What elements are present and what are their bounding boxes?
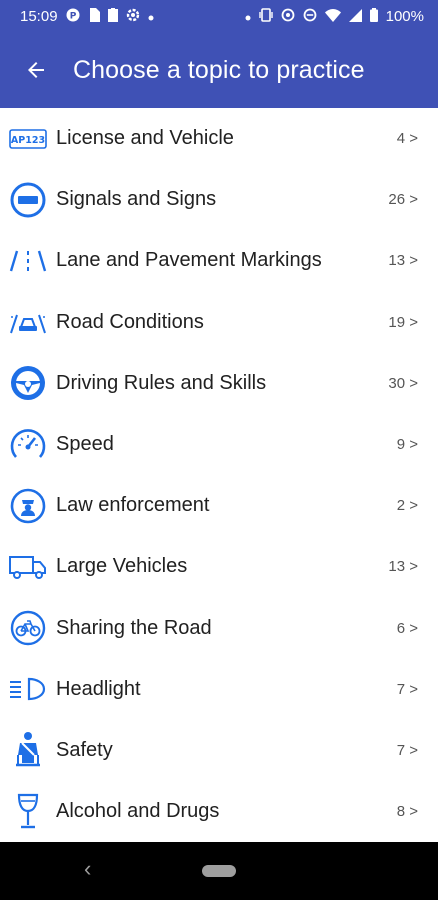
topic-label: Driving Rules and Skills [56, 371, 267, 394]
wine-glass-icon [9, 793, 47, 831]
dot-icon [245, 10, 251, 23]
speedometer-icon [9, 426, 47, 464]
status-left: 15:09 P [20, 8, 154, 25]
topic-count: 7 > [396, 741, 418, 759]
steering-wheel-icon [9, 364, 47, 402]
topic-row-driving-rules-and-skills[interactable]: Driving Rules and Skills 30 > [0, 353, 438, 414]
topic-row-headlight[interactable]: Headlight 7 > [0, 659, 438, 720]
lane-markings-icon [9, 242, 47, 280]
seatbelt-icon [9, 731, 47, 769]
dnd-icon [303, 8, 317, 24]
topic-row-signals-and-signs[interactable]: Signals and Signs 26 > [0, 169, 438, 230]
topic-label: Sharing the Road [56, 616, 212, 639]
car-road-conditions-icon [9, 303, 47, 341]
page-title: Choose a topic to practice [73, 55, 365, 84]
bicycle-icon [9, 609, 47, 647]
topic-label: Large Vehicles [56, 555, 188, 578]
topic-label: Lane and Pavement Markings [56, 249, 322, 272]
topic-label: Law enforcement [56, 494, 210, 517]
topic-count: 19 > [388, 313, 418, 331]
topic-row-safety[interactable]: Safety 7 > [0, 720, 438, 781]
topic-count: 9 > [396, 436, 418, 454]
topic-row-law-enforcement[interactable]: Law enforcement 2 > [0, 475, 438, 536]
settings-icon [126, 8, 140, 24]
topic-count: 30 > [388, 374, 418, 392]
svg-text:P: P [69, 12, 76, 22]
truck-icon [9, 548, 47, 586]
vibrate-icon [258, 8, 273, 24]
clipboard-icon [107, 8, 118, 24]
app-bar: Choose a topic to practice [0, 32, 438, 108]
status-time: 15:09 [20, 7, 58, 25]
no-entry-sign-icon [9, 181, 47, 219]
home-pill-button[interactable] [202, 865, 236, 877]
topic-count: 2 > [396, 497, 418, 515]
police-badge-icon [9, 487, 47, 525]
topic-count: 26 > [388, 191, 418, 209]
topic-count: 13 > [388, 252, 418, 270]
topic-row-license-and-vehicle[interactable]: AP123 License and Vehicle 4 > [0, 108, 438, 169]
topic-row-speed[interactable]: Speed 9 > [0, 414, 438, 475]
topic-count: 4 > [396, 130, 418, 148]
headlight-icon [9, 670, 47, 708]
topic-count: 13 > [388, 558, 418, 576]
status-right: 100% [245, 8, 424, 25]
battery-icon [369, 8, 378, 24]
dot-icon [148, 10, 154, 23]
topic-row-large-vehicles[interactable]: Large Vehicles 13 > [0, 536, 438, 597]
wifi-icon [324, 8, 341, 24]
topic-label: Road Conditions [56, 310, 204, 333]
topic-count: 6 > [396, 619, 418, 637]
topic-label: Signals and Signs [56, 188, 217, 211]
license-plate-text: AP123 [11, 135, 45, 146]
status-bar: 15:09 P 100% [0, 0, 438, 32]
topic-label: License and Vehicle [56, 127, 234, 150]
battery-percent: 100% [385, 7, 424, 25]
storage-icon [88, 8, 100, 24]
nav-back-button[interactable]: ‹ [84, 856, 91, 882]
topic-label: Headlight [56, 677, 141, 700]
topic-count: 7 > [396, 680, 418, 698]
signal-icon [348, 8, 362, 24]
arrow-left-icon [28, 62, 44, 78]
data-saver-icon [281, 8, 295, 24]
topic-label: Safety [56, 738, 113, 761]
topic-row-lane-and-pavement-markings[interactable]: Lane and Pavement Markings 13 > [0, 230, 438, 291]
system-nav-bar: ‹ [0, 842, 438, 900]
license-plate-icon: AP123 [9, 120, 47, 158]
back-button[interactable] [9, 43, 63, 97]
notification-icon: P [66, 8, 80, 24]
topic-list: AP123 License and Vehicle 4 > Signals an… [0, 108, 438, 842]
topic-count: 8 > [396, 803, 418, 821]
topic-row-road-conditions[interactable]: Road Conditions 19 > [0, 292, 438, 353]
topic-label: Speed [56, 433, 114, 456]
topic-row-alcohol-and-drugs[interactable]: Alcohol and Drugs 8 > [0, 781, 438, 842]
topic-label: Alcohol and Drugs [56, 800, 220, 823]
topic-row-sharing-the-road[interactable]: Sharing the Road 6 > [0, 598, 438, 659]
